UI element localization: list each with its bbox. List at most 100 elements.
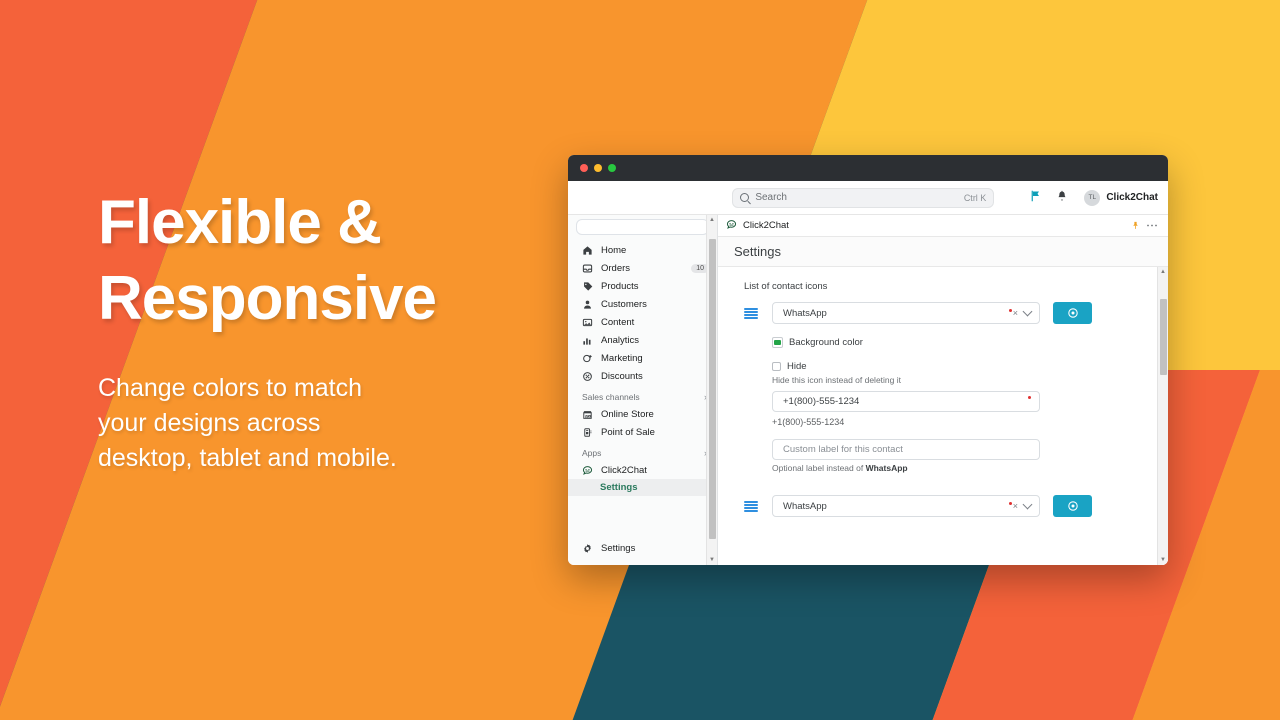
scroll-track[interactable] (707, 225, 717, 555)
sidebar-item-label: Home (601, 244, 627, 256)
sidebar-item-home[interactable]: Home (568, 241, 717, 259)
headline-line-1: Flexible & (98, 188, 382, 257)
phone-field[interactable] (772, 391, 1040, 412)
scroll-track[interactable] (1158, 277, 1168, 555)
sidebar-item-customers[interactable]: Customers (568, 295, 717, 313)
page-headline: Flexible & Responsive (98, 185, 437, 337)
custom-label-help-prefix: Optional label instead of (772, 463, 866, 473)
store-selector[interactable] (576, 219, 709, 235)
sidebar-item-label: Settings (601, 542, 636, 554)
sidebar-item-products[interactable]: Products (568, 277, 717, 295)
required-indicator-icon (1008, 308, 1012, 312)
sidebar-subitem-label: Settings (600, 482, 638, 493)
pin-icon[interactable] (1131, 217, 1140, 235)
icon-preview-button[interactable] (1053, 495, 1092, 517)
sidebar-item-label: Point of Sale (601, 426, 655, 438)
tab-title: Click2Chat (743, 220, 789, 231)
sidebar-item-label: Orders (601, 262, 631, 274)
chevron-down-icon[interactable] (1022, 499, 1033, 510)
window-titlebar (568, 155, 1168, 181)
sidebar-item-point-of-sale[interactable]: Point of Sale (568, 423, 717, 441)
search-icon (740, 193, 750, 202)
sidebar: Home Orders 10 Products Customers Conten… (568, 215, 718, 565)
content-scrollbar[interactable]: ▲ ▼ (1157, 267, 1168, 565)
required-indicator-icon (1028, 396, 1031, 399)
click2chat-icon (726, 217, 737, 235)
sidebar-item-orders[interactable]: Orders 10 (568, 259, 717, 277)
section-title: Apps (582, 448, 602, 458)
sidebar-item-settings[interactable]: Settings (568, 539, 717, 557)
search-bar[interactable]: Ctrl K (732, 187, 995, 208)
headline-line-2: Responsive (98, 264, 437, 333)
discounts-icon (582, 371, 593, 382)
scroll-down-icon[interactable]: ▼ (1160, 555, 1166, 565)
color-swatch (774, 340, 781, 345)
sidebar-item-label: Online Store (601, 408, 654, 420)
flag-icon[interactable] (1030, 189, 1042, 207)
pos-icon (582, 427, 593, 438)
orders-icon (582, 263, 593, 274)
search-input[interactable] (749, 192, 964, 203)
section-title: Sales channels (582, 392, 640, 402)
sidebar-item-discounts[interactable]: Discounts (568, 367, 717, 385)
click2chat-icon (582, 465, 593, 476)
phone-input[interactable] (783, 396, 1028, 407)
scroll-up-icon[interactable]: ▲ (1160, 267, 1166, 277)
background-color-row[interactable]: Background color (772, 337, 1140, 348)
sidebar-scrollbar[interactable]: ▲ ▼ (706, 215, 717, 565)
avatar[interactable]: TL (1084, 189, 1101, 206)
sidebar-section-sales-channels[interactable]: Sales channels › (568, 385, 717, 405)
row-spacer (744, 473, 1140, 495)
hide-checkbox[interactable] (772, 362, 781, 371)
sidebar-item-marketing[interactable]: Marketing (568, 349, 717, 367)
contact-details: Background color Hide Hide this icon ins… (744, 337, 1140, 473)
app-body: Home Orders 10 Products Customers Conten… (568, 215, 1168, 565)
channel-select[interactable]: WhatsApp × (772, 302, 1040, 324)
sidebar-item-click2chat-settings[interactable]: Settings (568, 479, 717, 496)
required-indicator-icon (1008, 501, 1012, 505)
sidebar-item-label: Click2Chat (601, 464, 647, 476)
list-of-contact-icons-label: List of contact icons (744, 281, 828, 292)
hide-row[interactable]: Hide (772, 361, 1140, 372)
clear-x-icon[interactable]: × (1013, 501, 1018, 511)
bell-icon[interactable] (1056, 189, 1068, 207)
scroll-thumb[interactable] (709, 239, 716, 539)
scroll-thumb[interactable] (1160, 299, 1167, 375)
window-close-button[interactable] (580, 164, 588, 172)
scroll-up-icon[interactable]: ▲ (709, 215, 715, 225)
channel-select-value: WhatsApp (783, 500, 827, 512)
sidebar-item-label: Marketing (601, 352, 643, 364)
custom-label-field[interactable] (772, 439, 1040, 460)
scroll-down-icon[interactable]: ▼ (709, 555, 715, 565)
app-topbar: Ctrl K TL Click2Chat (568, 181, 1168, 215)
contact-row: WhatsApp × (744, 302, 1140, 324)
contact-row: WhatsApp × (744, 495, 1140, 517)
sidebar-item-online-store[interactable]: Online Store (568, 405, 717, 423)
store-name-label[interactable]: Click2Chat (1106, 192, 1158, 203)
custom-label-input[interactable] (783, 444, 1031, 455)
marketing-icon (582, 353, 593, 364)
clear-x-icon[interactable]: × (1013, 308, 1018, 318)
window-maximize-button[interactable] (608, 164, 616, 172)
ellipsis-icon[interactable] (1146, 217, 1158, 235)
drag-handle-icon[interactable] (744, 500, 758, 512)
chevron-down-icon[interactable] (1022, 306, 1033, 317)
subcopy-line-3: desktop, tablet and mobile. (98, 444, 397, 472)
home-icon (582, 245, 593, 256)
channel-select[interactable]: WhatsApp × (772, 495, 1040, 517)
sidebar-item-analytics[interactable]: Analytics (568, 331, 717, 349)
hide-help-text: Hide this icon instead of deleting it (772, 375, 901, 385)
store-icon (582, 409, 593, 420)
custom-label-help-text: Optional label instead of WhatsApp (772, 463, 1140, 473)
channel-select-value: WhatsApp (783, 307, 827, 319)
sidebar-item-content[interactable]: Content (568, 313, 717, 331)
sidebar-item-label: Customers (601, 298, 647, 310)
color-swatch-button[interactable] (772, 337, 783, 348)
window-minimize-button[interactable] (594, 164, 602, 172)
sidebar-item-click2chat[interactable]: Click2Chat (568, 461, 717, 479)
icon-preview-button[interactable] (1053, 302, 1092, 324)
sidebar-section-apps[interactable]: Apps › (568, 441, 717, 461)
drag-handle-icon[interactable] (744, 307, 758, 319)
sidebar-item-label: Products (601, 280, 639, 292)
page-title: Settings (734, 244, 781, 259)
